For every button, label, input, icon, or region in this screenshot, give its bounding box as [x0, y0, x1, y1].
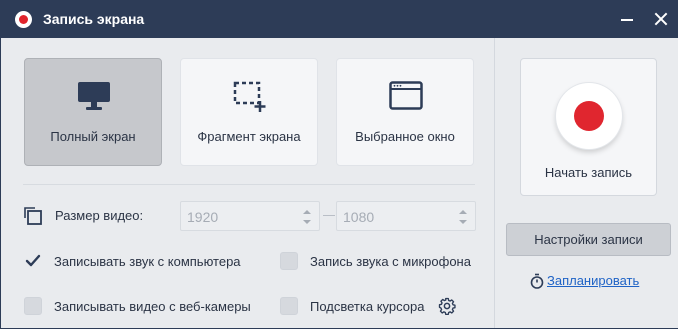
capture-settings-pane: Полный экран Фрагмент экрана Выбранное о… [1, 38, 494, 328]
webcam-label: Записывать видео с веб-камеры [54, 299, 251, 314]
checkbox-unchecked-icon[interactable] [280, 252, 298, 270]
cursor-highlight-label: Подсветка курсора [310, 299, 425, 314]
video-size-label: Размер видео: [55, 208, 144, 223]
start-recording-button[interactable]: Начать запись [520, 58, 657, 196]
stopwatch-icon [530, 273, 544, 289]
monitor-icon [78, 82, 110, 110]
recording-settings-button[interactable]: Настройки записи [506, 223, 671, 256]
webcam-checkbox[interactable]: Записывать видео с веб-камеры [24, 297, 264, 317]
screen-recording-window: Запись экрана Полный экран Фрагмент экра… [0, 0, 678, 329]
mode-label: Фрагмент экрана [197, 129, 301, 144]
mic-audio-label: Запись звука с микрофона [310, 254, 471, 269]
mode-full-screen[interactable]: Полный экран [24, 58, 162, 166]
minimize-icon[interactable] [617, 9, 637, 29]
window-title: Запись экрана [43, 11, 145, 27]
mode-label: Полный экран [50, 129, 136, 144]
fragment-select-icon [233, 81, 266, 112]
record-icon [15, 11, 32, 28]
video-width-value: 1920 [187, 209, 219, 225]
spinner-arrows-icon[interactable] [303, 208, 311, 226]
mode-fragment[interactable]: Фрагмент экрана [180, 58, 318, 166]
checkbox-unchecked-icon[interactable] [24, 297, 42, 315]
resize-icon [24, 207, 42, 225]
section-divider [23, 184, 475, 185]
checkbox-checked-icon[interactable] [24, 252, 42, 270]
checkbox-unchecked-icon[interactable] [280, 297, 298, 315]
main-content: Полный экран Фрагмент экрана Выбранное о… [1, 38, 678, 328]
spinner-arrows-icon[interactable] [459, 208, 467, 226]
mode-label: Выбранное окно [355, 129, 455, 144]
gear-icon[interactable] [438, 297, 456, 315]
cursor-highlight-checkbox[interactable]: Подсветка курсора [280, 297, 430, 317]
mic-audio-checkbox[interactable]: Запись звука с микрофона [280, 252, 490, 272]
system-audio-label: Записывать звук с компьютера [54, 254, 241, 269]
record-button-icon[interactable] [556, 83, 622, 149]
schedule-label: Запланировать [547, 273, 640, 288]
system-audio-checkbox[interactable]: Записывать звук с компьютера [24, 252, 264, 272]
video-height-input[interactable]: 1080 [336, 201, 476, 231]
title-bar[interactable]: Запись экрана [1, 1, 677, 38]
start-recording-label: Начать запись [544, 165, 633, 180]
video-width-input[interactable]: 1920 [180, 201, 320, 231]
record-control-pane: Начать запись Настройки записи Запланиро… [494, 38, 678, 328]
window-icon [389, 81, 423, 110]
close-icon[interactable] [651, 9, 671, 29]
mode-window[interactable]: Выбранное окно [336, 58, 474, 166]
video-height-value: 1080 [343, 209, 375, 225]
size-separator [323, 215, 335, 216]
record-dot-icon [574, 101, 604, 131]
